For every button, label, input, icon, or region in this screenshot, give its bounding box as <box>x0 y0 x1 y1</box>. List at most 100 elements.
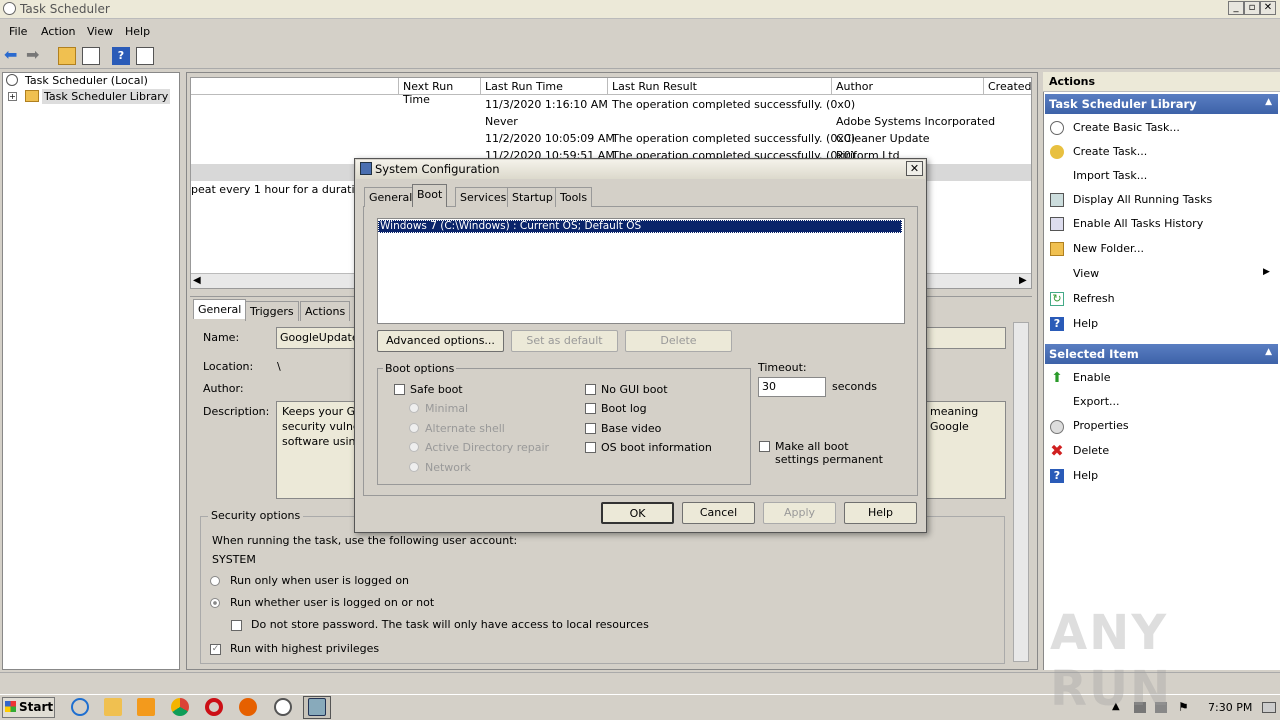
scroll-right-icon[interactable]: ▶ <box>1019 275 1027 286</box>
maximize-button[interactable]: ▫ <box>1244 1 1260 15</box>
minimal-label: Minimal <box>425 402 469 415</box>
action-export[interactable]: Export... <box>1073 395 1120 408</box>
action-enable-history[interactable]: Enable All Tasks History <box>1073 217 1203 230</box>
cancel-button[interactable]: Cancel <box>682 502 755 524</box>
ie-icon[interactable] <box>71 698 89 716</box>
opera-icon[interactable] <box>205 698 223 716</box>
description-right-1: meaning <box>930 405 979 418</box>
details-tab-general[interactable]: General <box>193 299 247 319</box>
description-right-2: Google <box>930 420 969 433</box>
column-header-author[interactable]: Author <box>832 78 984 95</box>
alternate-shell-label: Alternate shell <box>425 422 505 435</box>
collapse-icon[interactable]: ▲ <box>1265 97 1272 107</box>
explorer-icon[interactable] <box>104 698 122 716</box>
column-header-name[interactable] <box>191 78 399 95</box>
enable-arrow-icon: ⬆ <box>1051 370 1063 386</box>
collapse-icon[interactable]: ▲ <box>1265 347 1272 357</box>
radio-logged-on-or-not[interactable] <box>210 598 220 608</box>
action-new-folder[interactable]: New Folder... <box>1073 242 1144 255</box>
up-folder-icon[interactable] <box>58 47 76 65</box>
action-enable[interactable]: Enable <box>1073 371 1110 384</box>
os-entry[interactable]: Windows 7 (C:\Windows) : Current OS; Def… <box>380 220 641 232</box>
column-header-last-run[interactable]: Last Run Time <box>481 78 608 95</box>
tree-root[interactable]: Task Scheduler (Local) <box>25 74 148 87</box>
action-help[interactable]: Help <box>1073 317 1098 330</box>
action-create-basic-task[interactable]: Create Basic Task... <box>1073 121 1180 134</box>
expand-icon[interactable]: + <box>8 92 17 101</box>
apply-button[interactable]: Apply <box>763 502 836 524</box>
row1-result: The operation completed successfully. (0… <box>612 98 856 111</box>
action-delete[interactable]: Delete <box>1073 444 1109 457</box>
back-arrow-icon[interactable]: ⬅ <box>4 47 22 65</box>
msconfig-taskbar-icon[interactable] <box>308 698 326 716</box>
advanced-options-button[interactable]: Advanced options... <box>377 330 504 352</box>
tasks-history-icon <box>1050 217 1064 231</box>
tab-startup[interactable]: Startup <box>507 187 558 207</box>
safe-boot-checkbox[interactable] <box>394 384 405 395</box>
checkbox-highest-privileges[interactable]: ✓ <box>210 644 221 655</box>
chrome-icon[interactable] <box>171 698 189 716</box>
help-button[interactable]: Help <box>844 502 917 524</box>
boot-log-checkbox[interactable] <box>585 403 596 414</box>
description-label: Description: <box>203 405 270 418</box>
os-list[interactable] <box>377 218 905 324</box>
menu-action[interactable]: Action <box>41 25 75 38</box>
menu-view[interactable]: View <box>87 25 113 38</box>
details-tab-triggers[interactable]: Triggers <box>245 301 299 321</box>
action-properties[interactable]: Properties <box>1073 419 1129 432</box>
timeout-input[interactable]: 30 <box>758 377 826 397</box>
column-header-created[interactable]: Created <box>984 78 1031 95</box>
window-title: Task Scheduler <box>20 2 110 16</box>
base-video-checkbox[interactable] <box>585 423 596 434</box>
column-header-next-run[interactable]: Next Run Time <box>399 78 481 106</box>
action-view[interactable]: View <box>1073 267 1099 280</box>
menu-help[interactable]: Help <box>125 25 150 38</box>
firefox-icon[interactable] <box>239 698 257 716</box>
media-player-icon[interactable] <box>137 698 155 716</box>
row3-author: CCleaner Update <box>836 132 930 145</box>
minimize-button[interactable]: _ <box>1228 1 1244 15</box>
safe-boot-label: Safe boot <box>410 383 463 396</box>
dialog-title: System Configuration <box>375 162 500 176</box>
action-refresh[interactable]: Refresh <box>1073 292 1115 305</box>
column-header-result[interactable]: Last Run Result <box>608 78 832 95</box>
permanent-checkbox[interactable] <box>759 441 770 452</box>
minimal-radio[interactable] <box>409 403 419 413</box>
no-gui-boot-checkbox[interactable] <box>585 384 596 395</box>
checkbox-no-store-password[interactable] <box>231 620 242 631</box>
section-selected-item[interactable]: Selected Item ▲ <box>1045 344 1278 364</box>
ad-repair-radio[interactable] <box>409 442 419 452</box>
show-hide-tree-icon[interactable] <box>82 47 100 65</box>
delete-os-button[interactable]: Delete <box>625 330 732 352</box>
toolbar: ⬅ ➡ ? <box>0 44 1280 69</box>
close-button[interactable]: ✕ <box>1260 1 1276 15</box>
network-radio[interactable] <box>409 462 419 472</box>
tab-general[interactable]: General <box>364 187 418 207</box>
tree-library[interactable]: Task Scheduler Library <box>42 89 171 104</box>
action-help-selected[interactable]: Help <box>1073 469 1098 482</box>
scroll-left-icon[interactable]: ◀ <box>193 275 201 286</box>
dialog-close-button[interactable]: ✕ <box>906 161 923 176</box>
vertical-scrollbar[interactable] <box>1013 322 1029 662</box>
help-icon: ? <box>1050 317 1064 331</box>
ok-button[interactable]: OK <box>601 502 674 524</box>
radio-logged-on[interactable] <box>210 576 220 586</box>
menu-file[interactable]: File <box>9 25 27 38</box>
set-as-default-button[interactable]: Set as default <box>511 330 618 352</box>
details-tab-actions[interactable]: Actions <box>300 301 351 321</box>
tab-tools[interactable]: Tools <box>555 187 593 207</box>
section-task-scheduler-library[interactable]: Task Scheduler Library ▲ <box>1045 94 1278 114</box>
action-display-running-tasks[interactable]: Display All Running Tasks <box>1073 193 1212 206</box>
show-hide-action-pane-icon[interactable] <box>136 47 154 65</box>
task-scheduler-taskbar-icon[interactable] <box>274 698 292 716</box>
alternate-shell-radio[interactable] <box>409 423 419 433</box>
row2-last-run: Never <box>485 115 518 128</box>
forward-arrow-icon[interactable]: ➡ <box>26 47 44 65</box>
tab-boot[interactable]: Boot <box>412 184 448 207</box>
help-icon[interactable]: ? <box>112 47 130 65</box>
action-import-task[interactable]: Import Task... <box>1073 169 1147 182</box>
tab-services[interactable]: Services <box>455 187 512 207</box>
os-boot-info-checkbox[interactable] <box>585 442 596 453</box>
action-create-task[interactable]: Create Task... <box>1073 145 1147 158</box>
new-folder-icon <box>1050 242 1064 256</box>
